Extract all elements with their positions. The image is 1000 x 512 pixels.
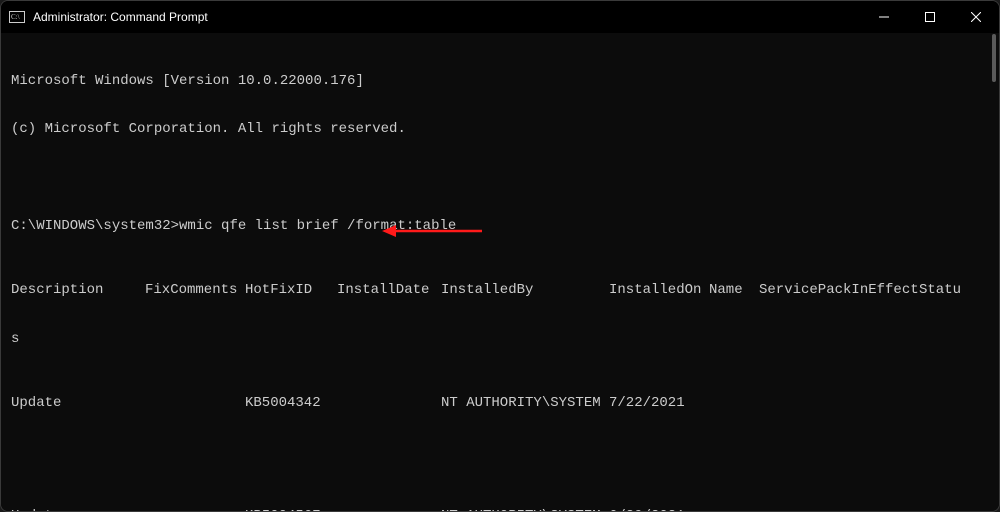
header-name: Name — [709, 282, 759, 298]
svg-text:C:\: C:\ — [11, 13, 20, 21]
cmd-icon: C:\ — [9, 9, 25, 25]
cell-installedby: NT AUTHORITY\SYSTEM — [441, 395, 609, 411]
command-prompt-window: C:\ Administrator: Command Prompt Micros… — [0, 0, 1000, 512]
command-line: C:\WINDOWS\system32>wmic qfe list brief … — [11, 218, 989, 234]
cell-hotfixid: KB5004342 — [245, 395, 337, 411]
header-description: Description — [11, 282, 145, 298]
cell-installdate — [337, 508, 441, 511]
table-row: Update KB5004342 NT AUTHORITY\SYSTEM 7/2… — [11, 395, 989, 411]
header-installdate: InstallDate — [337, 282, 441, 298]
scrollbar[interactable] — [990, 34, 998, 114]
table-header-row: Description FixComments HotFixID Install… — [11, 282, 989, 298]
titlebar[interactable]: C:\ Administrator: Command Prompt — [1, 1, 999, 33]
terminal-area[interactable]: Microsoft Windows [Version 10.0.22000.17… — [1, 33, 999, 511]
cell-installdate — [337, 395, 441, 411]
cell-installedby: NT AUTHORITY\SYSTEM — [441, 508, 609, 511]
header-servicepack: ServicePackInEffect — [759, 282, 919, 298]
window-controls — [861, 1, 999, 33]
header-fixcomments: FixComments — [145, 282, 245, 298]
header-installedon: InstalledOn — [609, 282, 709, 298]
maximize-button[interactable] — [907, 1, 953, 33]
prompt-path: C:\WINDOWS\system32> — [11, 218, 179, 234]
header-status: Statu — [919, 282, 969, 298]
cell-description: Update — [11, 508, 145, 511]
cell-hotfixid: KB5004567 — [245, 508, 337, 511]
minimize-button[interactable] — [861, 1, 907, 33]
cell-fixcomments — [145, 395, 245, 411]
cell-description: Update — [11, 395, 145, 411]
window-title: Administrator: Command Prompt — [33, 10, 861, 24]
header-installedby: InstalledBy — [441, 282, 609, 298]
scrollbar-thumb[interactable] — [992, 34, 996, 82]
header-status-wrap: s — [11, 331, 989, 347]
header-hotfixid: HotFixID — [245, 282, 337, 298]
cell-installedon: 7/22/2021 — [609, 395, 709, 411]
table-row: Update KB5004567 NT AUTHORITY\SYSTEM 6/2… — [11, 508, 989, 511]
cell-fixcomments — [145, 508, 245, 511]
banner-line-2: (c) Microsoft Corporation. All rights re… — [11, 121, 989, 137]
close-button[interactable] — [953, 1, 999, 33]
banner-line-1: Microsoft Windows [Version 10.0.22000.17… — [11, 73, 989, 89]
typed-command: wmic qfe list brief /format:table — [179, 218, 456, 234]
cell-installedon: 6/29/2021 — [609, 508, 709, 511]
